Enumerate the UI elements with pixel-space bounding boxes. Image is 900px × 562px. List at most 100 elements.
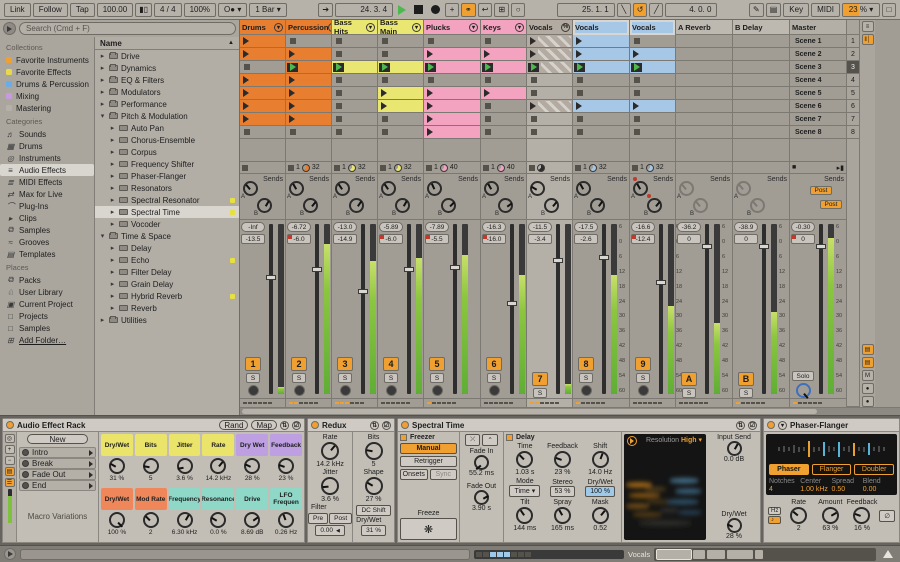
freezer-toggle[interactable]	[400, 434, 407, 441]
track-activator-button[interactable]: 1	[245, 357, 261, 371]
scene-number[interactable]: 2	[847, 48, 859, 61]
chevron-right-icon[interactable]: ▸	[109, 280, 116, 288]
play-button[interactable]	[395, 2, 410, 17]
clip-stop-slot[interactable]	[378, 35, 423, 48]
link-button[interactable]: Link	[4, 2, 31, 17]
tree-item-filter-delay[interactable]: ▸ Filter Delay	[95, 266, 239, 278]
clip[interactable]	[378, 100, 423, 113]
param-value[interactable]: 14.2 kHz	[316, 461, 344, 468]
clip-play-icon[interactable]	[243, 115, 249, 123]
track-activator-button[interactable]: 8	[578, 357, 594, 371]
clip-play-icon[interactable]	[289, 102, 295, 110]
remove-macro-icon[interactable]: −	[4, 456, 15, 465]
track-header[interactable]: Bass Main ▾	[378, 20, 423, 35]
metronome-icon[interactable]: ▮▯	[135, 2, 152, 17]
macro-knob[interactable]	[278, 512, 295, 528]
freeze-onsets-button[interactable]: Onsets	[400, 469, 428, 480]
tempo-field[interactable]: 100.00	[96, 2, 134, 17]
solo-button[interactable]: S	[682, 388, 696, 398]
sidebar-item-projects[interactable]: □ Projects	[0, 310, 94, 322]
freeze-button[interactable]: ❋	[400, 518, 457, 540]
computer-keyboard-icon[interactable]: ▤	[765, 2, 782, 17]
volume-fader[interactable]	[404, 224, 414, 394]
tree-item-spectral-time[interactable]: ▸ Spectral Time	[95, 206, 239, 218]
clip-stop-icon[interactable]	[334, 164, 340, 171]
sidebar-item-plug-ins[interactable]: ⌒ Plug-Ins	[0, 200, 94, 212]
punch-out-icon[interactable]: ╱	[649, 2, 664, 17]
variation-camera-icon[interactable]	[22, 471, 29, 478]
volume-fader[interactable]	[553, 224, 563, 394]
clip[interactable]	[527, 100, 572, 113]
fader-handle[interactable]	[702, 244, 712, 250]
tree-item-eq-filters[interactable]: ▸ EQ & Filters	[95, 74, 239, 86]
clip-stop-icon[interactable]	[380, 164, 386, 171]
volume-fader[interactable]	[358, 224, 368, 394]
arm-button[interactable]	[580, 385, 592, 396]
volume-value-field[interactable]: 0	[734, 234, 758, 244]
clip-stop-slot[interactable]	[424, 35, 480, 48]
chevron-right-icon[interactable]: ▸	[109, 172, 116, 180]
sidebar-item-mastering[interactable]: Mastering	[0, 102, 94, 114]
param-value[interactable]: 27 %	[366, 496, 382, 503]
rate-knob[interactable]	[790, 507, 808, 524]
macro-knob[interactable]	[278, 458, 295, 474]
peak-level-field[interactable]: -17.5	[574, 222, 598, 232]
fader-handle[interactable]	[656, 280, 666, 286]
macro-knob[interactable]	[108, 458, 125, 474]
macro-variation-intro[interactable]: Intro	[19, 447, 96, 458]
clip[interactable]	[286, 48, 331, 61]
search-input[interactable]: Search (Cmd + F)	[19, 22, 236, 35]
track-header[interactable]: Master	[790, 20, 846, 35]
track-header[interactable]: Keys ▾	[481, 20, 526, 35]
tilt-knob[interactable]	[516, 507, 534, 524]
sidebar-item-max-for-live[interactable]: ⇄ Max for Live	[0, 188, 94, 200]
clip-stop-slot[interactable]	[527, 126, 572, 139]
clip-stop-slot[interactable]	[378, 74, 423, 87]
filter-post-button[interactable]: Post	[329, 513, 353, 524]
tree-item-grain-delay[interactable]: ▸ Grain Delay	[95, 278, 239, 290]
add-macro-icon[interactable]: +	[4, 445, 15, 454]
clip-play-button[interactable]	[528, 62, 539, 72]
rate-hz-button[interactable]: Hz	[768, 507, 782, 515]
clip-play-icon[interactable]	[427, 89, 433, 97]
spectral-drywet-knob[interactable]	[726, 518, 742, 533]
macro-value[interactable]: 6.30 kHz	[172, 529, 198, 536]
sidebar-item-clips[interactable]: ▸ Clips	[0, 212, 94, 224]
volume-fader[interactable]	[450, 224, 460, 394]
clip-play-icon[interactable]	[243, 102, 249, 110]
volume-value-field[interactable]: -13.5	[241, 234, 265, 244]
clip-stop-icon[interactable]	[575, 164, 581, 171]
peak-level-field[interactable]: -6.72	[287, 222, 311, 232]
clip-stop-icon[interactable]	[529, 164, 535, 171]
peak-level-field[interactable]: -13.0	[333, 222, 357, 232]
solo-button[interactable]: S	[487, 373, 501, 383]
chevron-right-icon[interactable]: ▸	[99, 100, 106, 108]
send-b-knob[interactable]	[349, 198, 364, 213]
mode-dropdown[interactable]: Time ▾	[509, 485, 541, 497]
macro-variations-icon[interactable]: ◎	[4, 434, 15, 443]
send-b-knob[interactable]	[590, 198, 605, 213]
clip-stop-icon[interactable]	[632, 164, 638, 171]
clip-play-icon[interactable]	[289, 89, 295, 97]
chevron-right-icon[interactable]: ▸	[109, 208, 116, 216]
mode-flanger-button[interactable]: Flanger	[811, 464, 852, 475]
clip-stop-slot[interactable]	[378, 126, 423, 139]
track-activator-button[interactable]: A	[681, 372, 697, 386]
shift-knob[interactable]	[591, 451, 609, 468]
follow-button[interactable]: Follow	[32, 2, 68, 17]
spray-knob[interactable]	[554, 507, 571, 524]
clip-stop-slot[interactable]	[630, 87, 675, 100]
clip-play-icon[interactable]	[530, 102, 536, 110]
solo-button[interactable]: S	[246, 373, 260, 383]
chevron-right-icon[interactable]: ▸	[99, 316, 106, 324]
back-to-arrangement-button[interactable]: ↩	[477, 2, 493, 17]
clip[interactable]	[240, 100, 285, 113]
phaser-param-value[interactable]: 4	[769, 486, 800, 493]
clip-play-button[interactable]	[333, 62, 344, 72]
sidebar-item-grooves[interactable]: ≈ Grooves	[0, 236, 94, 248]
peak-level-field[interactable]: -Inf	[241, 222, 265, 232]
clip[interactable]	[424, 113, 480, 126]
io-show-icon[interactable]: ‖│	[861, 34, 874, 45]
param-value[interactable]: 55.2 ms	[469, 470, 494, 477]
clip-play-icon[interactable]	[427, 102, 433, 110]
